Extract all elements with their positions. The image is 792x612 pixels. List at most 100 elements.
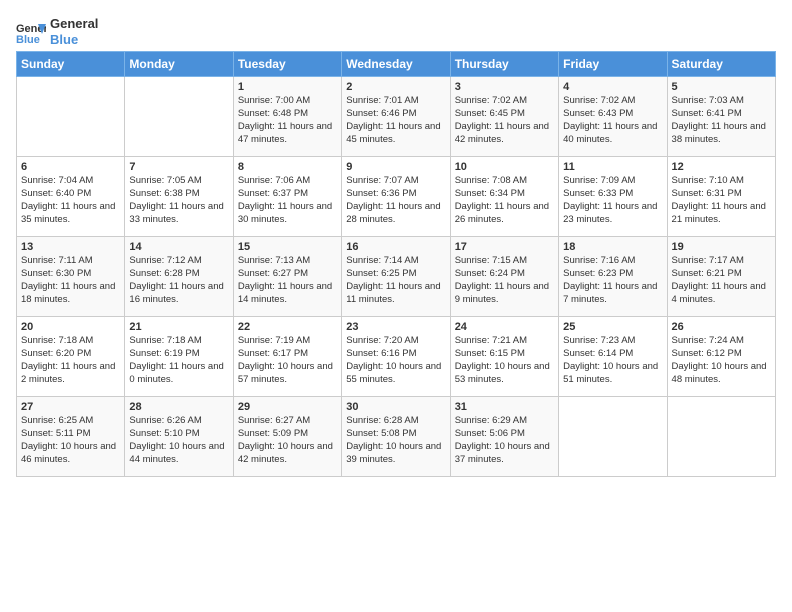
day-info: Sunrise: 7:24 AM [672, 335, 771, 348]
day-info: Sunrise: 7:05 AM [129, 175, 228, 188]
day-info: Daylight: 11 hours and 23 minutes. [563, 201, 662, 227]
day-info: Sunrise: 7:00 AM [238, 95, 337, 108]
day-number: 4 [563, 81, 662, 93]
calendar-cell: 19Sunrise: 7:17 AMSunset: 6:21 PMDayligh… [667, 237, 775, 317]
day-info: Sunrise: 7:07 AM [346, 175, 445, 188]
day-info: Sunset: 6:34 PM [455, 188, 554, 201]
week-row-5: 27Sunrise: 6:25 AMSunset: 5:11 PMDayligh… [17, 397, 776, 477]
column-header-friday: Friday [559, 52, 667, 77]
day-info: Daylight: 11 hours and 21 minutes. [672, 201, 771, 227]
day-number: 9 [346, 161, 445, 173]
day-info: Sunrise: 6:27 AM [238, 415, 337, 428]
day-number: 24 [455, 321, 554, 333]
calendar-cell: 17Sunrise: 7:15 AMSunset: 6:24 PMDayligh… [450, 237, 558, 317]
day-info: Daylight: 11 hours and 28 minutes. [346, 201, 445, 227]
day-number: 27 [21, 401, 120, 413]
day-info: Sunset: 6:43 PM [563, 108, 662, 121]
day-info: Daylight: 11 hours and 33 minutes. [129, 201, 228, 227]
column-header-wednesday: Wednesday [342, 52, 450, 77]
column-header-thursday: Thursday [450, 52, 558, 77]
day-number: 6 [21, 161, 120, 173]
day-info: Daylight: 11 hours and 9 minutes. [455, 281, 554, 307]
day-info: Sunrise: 7:15 AM [455, 255, 554, 268]
column-header-sunday: Sunday [17, 52, 125, 77]
calendar-cell: 22Sunrise: 7:19 AMSunset: 6:17 PMDayligh… [233, 317, 341, 397]
day-info: Daylight: 10 hours and 53 minutes. [455, 361, 554, 387]
calendar-cell: 8Sunrise: 7:06 AMSunset: 6:37 PMDaylight… [233, 157, 341, 237]
calendar-cell: 30Sunrise: 6:28 AMSunset: 5:08 PMDayligh… [342, 397, 450, 477]
calendar-table: SundayMondayTuesdayWednesdayThursdayFrid… [16, 51, 776, 477]
day-number: 14 [129, 241, 228, 253]
calendar-cell: 14Sunrise: 7:12 AMSunset: 6:28 PMDayligh… [125, 237, 233, 317]
day-number: 25 [563, 321, 662, 333]
calendar-cell: 31Sunrise: 6:29 AMSunset: 5:06 PMDayligh… [450, 397, 558, 477]
column-header-saturday: Saturday [667, 52, 775, 77]
day-info: Daylight: 11 hours and 45 minutes. [346, 121, 445, 147]
calendar-cell [559, 397, 667, 477]
calendar-cell: 29Sunrise: 6:27 AMSunset: 5:09 PMDayligh… [233, 397, 341, 477]
day-info: Daylight: 10 hours and 37 minutes. [455, 441, 554, 467]
day-info: Sunset: 6:33 PM [563, 188, 662, 201]
day-info: Sunset: 6:36 PM [346, 188, 445, 201]
page-header: General Blue General Blue [16, 16, 776, 47]
day-info: Sunrise: 7:17 AM [672, 255, 771, 268]
calendar-cell: 7 Sunrise: 7:05 AMSunset: 6:38 PMDaylight… [125, 157, 233, 237]
calendar-cell: 10Sunrise: 7:08 AMSunset: 6:34 PMDayligh… [450, 157, 558, 237]
logo-icon: General Blue [16, 20, 46, 44]
day-number: 28 [129, 401, 228, 413]
day-info: Sunset: 6:41 PM [672, 108, 771, 121]
day-info: Sunrise: 6:28 AM [346, 415, 445, 428]
day-info: Sunrise: 6:29 AM [455, 415, 554, 428]
header-row: SundayMondayTuesdayWednesdayThursdayFrid… [17, 52, 776, 77]
logo-blue: Blue [50, 32, 98, 48]
day-info: Sunrise: 6:26 AM [129, 415, 228, 428]
day-info: Sunset: 6:12 PM [672, 348, 771, 361]
day-number: 7 [129, 161, 228, 173]
calendar-cell [667, 397, 775, 477]
day-info: Sunset: 6:23 PM [563, 268, 662, 281]
day-number: 11 [563, 161, 662, 173]
calendar-cell: 21Sunrise: 7:18 AMSunset: 6:19 PMDayligh… [125, 317, 233, 397]
day-info: Sunrise: 7:18 AM [129, 335, 228, 348]
calendar-cell: 2Sunrise: 7:01 AMSunset: 6:46 PMDaylight… [342, 77, 450, 157]
day-info: Sunrise: 7:14 AM [346, 255, 445, 268]
day-info: Sunset: 6:27 PM [238, 268, 337, 281]
week-row-1: 1Sunrise: 7:00 AMSunset: 6:48 PMDaylight… [17, 77, 776, 157]
day-info: Daylight: 11 hours and 47 minutes. [238, 121, 337, 147]
day-info: Sunset: 6:38 PM [129, 188, 228, 201]
day-info: Sunset: 5:09 PM [238, 428, 337, 441]
day-info: Daylight: 11 hours and 14 minutes. [238, 281, 337, 307]
day-info: Daylight: 11 hours and 11 minutes. [346, 281, 445, 307]
week-row-3: 13Sunrise: 7:11 AMSunset: 6:30 PMDayligh… [17, 237, 776, 317]
day-info: Sunset: 6:20 PM [21, 348, 120, 361]
day-info: Sunrise: 7:11 AM [21, 255, 120, 268]
day-info: Daylight: 11 hours and 4 minutes. [672, 281, 771, 307]
day-info: Sunrise: 7:01 AM [346, 95, 445, 108]
day-info: Sunset: 6:45 PM [455, 108, 554, 121]
calendar-cell: 1Sunrise: 7:00 AMSunset: 6:48 PMDaylight… [233, 77, 341, 157]
column-header-tuesday: Tuesday [233, 52, 341, 77]
day-number: 10 [455, 161, 554, 173]
calendar-cell: 4Sunrise: 7:02 AMSunset: 6:43 PMDaylight… [559, 77, 667, 157]
day-info: Sunset: 5:11 PM [21, 428, 120, 441]
day-number: 31 [455, 401, 554, 413]
day-info: Daylight: 10 hours and 51 minutes. [563, 361, 662, 387]
day-info: Sunset: 6:31 PM [672, 188, 771, 201]
calendar-cell: 26Sunrise: 7:24 AMSunset: 6:12 PMDayligh… [667, 317, 775, 397]
day-number: 3 [455, 81, 554, 93]
day-info: Sunset: 6:14 PM [563, 348, 662, 361]
day-number: 15 [238, 241, 337, 253]
day-info: Daylight: 11 hours and 35 minutes. [21, 201, 120, 227]
day-info: Sunrise: 7:06 AM [238, 175, 337, 188]
day-number: 30 [346, 401, 445, 413]
day-info: Sunset: 6:28 PM [129, 268, 228, 281]
day-number: 19 [672, 241, 771, 253]
day-number: 8 [238, 161, 337, 173]
day-info: Daylight: 10 hours and 57 minutes. [238, 361, 337, 387]
day-info: Sunrise: 7:13 AM [238, 255, 337, 268]
day-info: Sunrise: 7:19 AM [238, 335, 337, 348]
day-info: Daylight: 11 hours and 38 minutes. [672, 121, 771, 147]
calendar-cell: 25Sunrise: 7:23 AMSunset: 6:14 PMDayligh… [559, 317, 667, 397]
day-info: Daylight: 10 hours and 39 minutes. [346, 441, 445, 467]
day-info: Sunrise: 7:09 AM [563, 175, 662, 188]
